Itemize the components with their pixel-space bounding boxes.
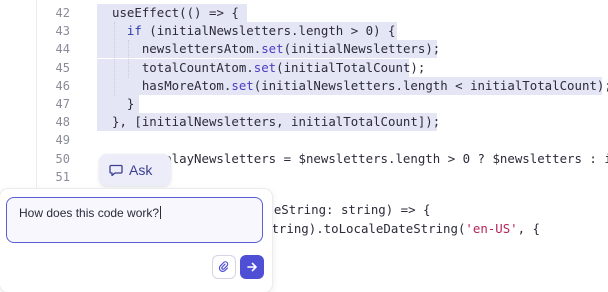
code-line-48: 48 }, [initialNewsletters, initialTotalCo…: [0, 113, 608, 132]
line-number: 44: [55, 42, 70, 57]
code-line-45: 45 totalCountAtom.set(initialTotalCount)…: [0, 58, 608, 77]
code-line-44: 44 newslettersAtom.set(initialNewsletter…: [0, 40, 608, 59]
question-input-value: How does this code work?: [19, 206, 160, 220]
attach-button[interactable]: [212, 255, 236, 279]
code-text: , {: [517, 221, 541, 236]
code-text: totalCountAtom.set(initialTotalCount);: [112, 59, 426, 75]
question-input[interactable]: How does this code work?: [6, 197, 263, 243]
indent-guide: [128, 40, 130, 78]
code-text: playNewsletters = $newsletters.length > …: [112, 150, 608, 166]
text-caret: [160, 206, 162, 219]
code-text: }, [initialNewsletters, initialTotalCoun…: [112, 114, 441, 130]
code-line-46: 46 hasMoreAtom.set(initialNewsletters.le…: [0, 76, 608, 95]
line-number: 49: [55, 133, 70, 148]
line-number: 42: [55, 6, 70, 20]
line-number: 43: [55, 24, 70, 39]
code-line-49: 49: [0, 131, 608, 149]
code-text: }: [112, 96, 135, 111]
ask-button[interactable]: Ask: [99, 154, 171, 186]
code-string: 'en-US': [465, 221, 518, 236]
code-text: useEffect(() => {: [112, 5, 239, 20]
send-button[interactable]: [240, 255, 264, 279]
code-text: if (initialNewsletters.length > 0) {: [126, 23, 396, 39]
line-number: 48: [55, 115, 70, 130]
chat-panel: How does this code work?: [0, 189, 272, 292]
code-text: newslettersAtom.set(initialNewsletters);: [112, 41, 441, 57]
line-number: 46: [55, 78, 70, 93]
code-line-50: 50 playNewsletters = $newsletters.length…: [0, 150, 608, 168]
ask-button-label: Ask: [129, 162, 153, 178]
chat-bubble-icon: [109, 163, 123, 177]
link-icon: [218, 258, 230, 277]
indent-guide: [114, 22, 116, 96]
code-line-43: 43 if (initialNewsletters.length > 0) {: [0, 22, 608, 41]
arrow-right-icon: [246, 258, 258, 277]
code-line-42: 42 useEffect(() => {: [0, 4, 608, 22]
code-text: String).toLocaleDateString(: [264, 221, 466, 236]
line-number: 50: [55, 151, 70, 166]
line-number: 47: [55, 97, 70, 111]
code-text: hasMoreAtom.set(initialNewsletters.lengt…: [112, 77, 608, 93]
code-line-47: 47 }: [0, 95, 608, 113]
line-number: 45: [55, 60, 70, 75]
